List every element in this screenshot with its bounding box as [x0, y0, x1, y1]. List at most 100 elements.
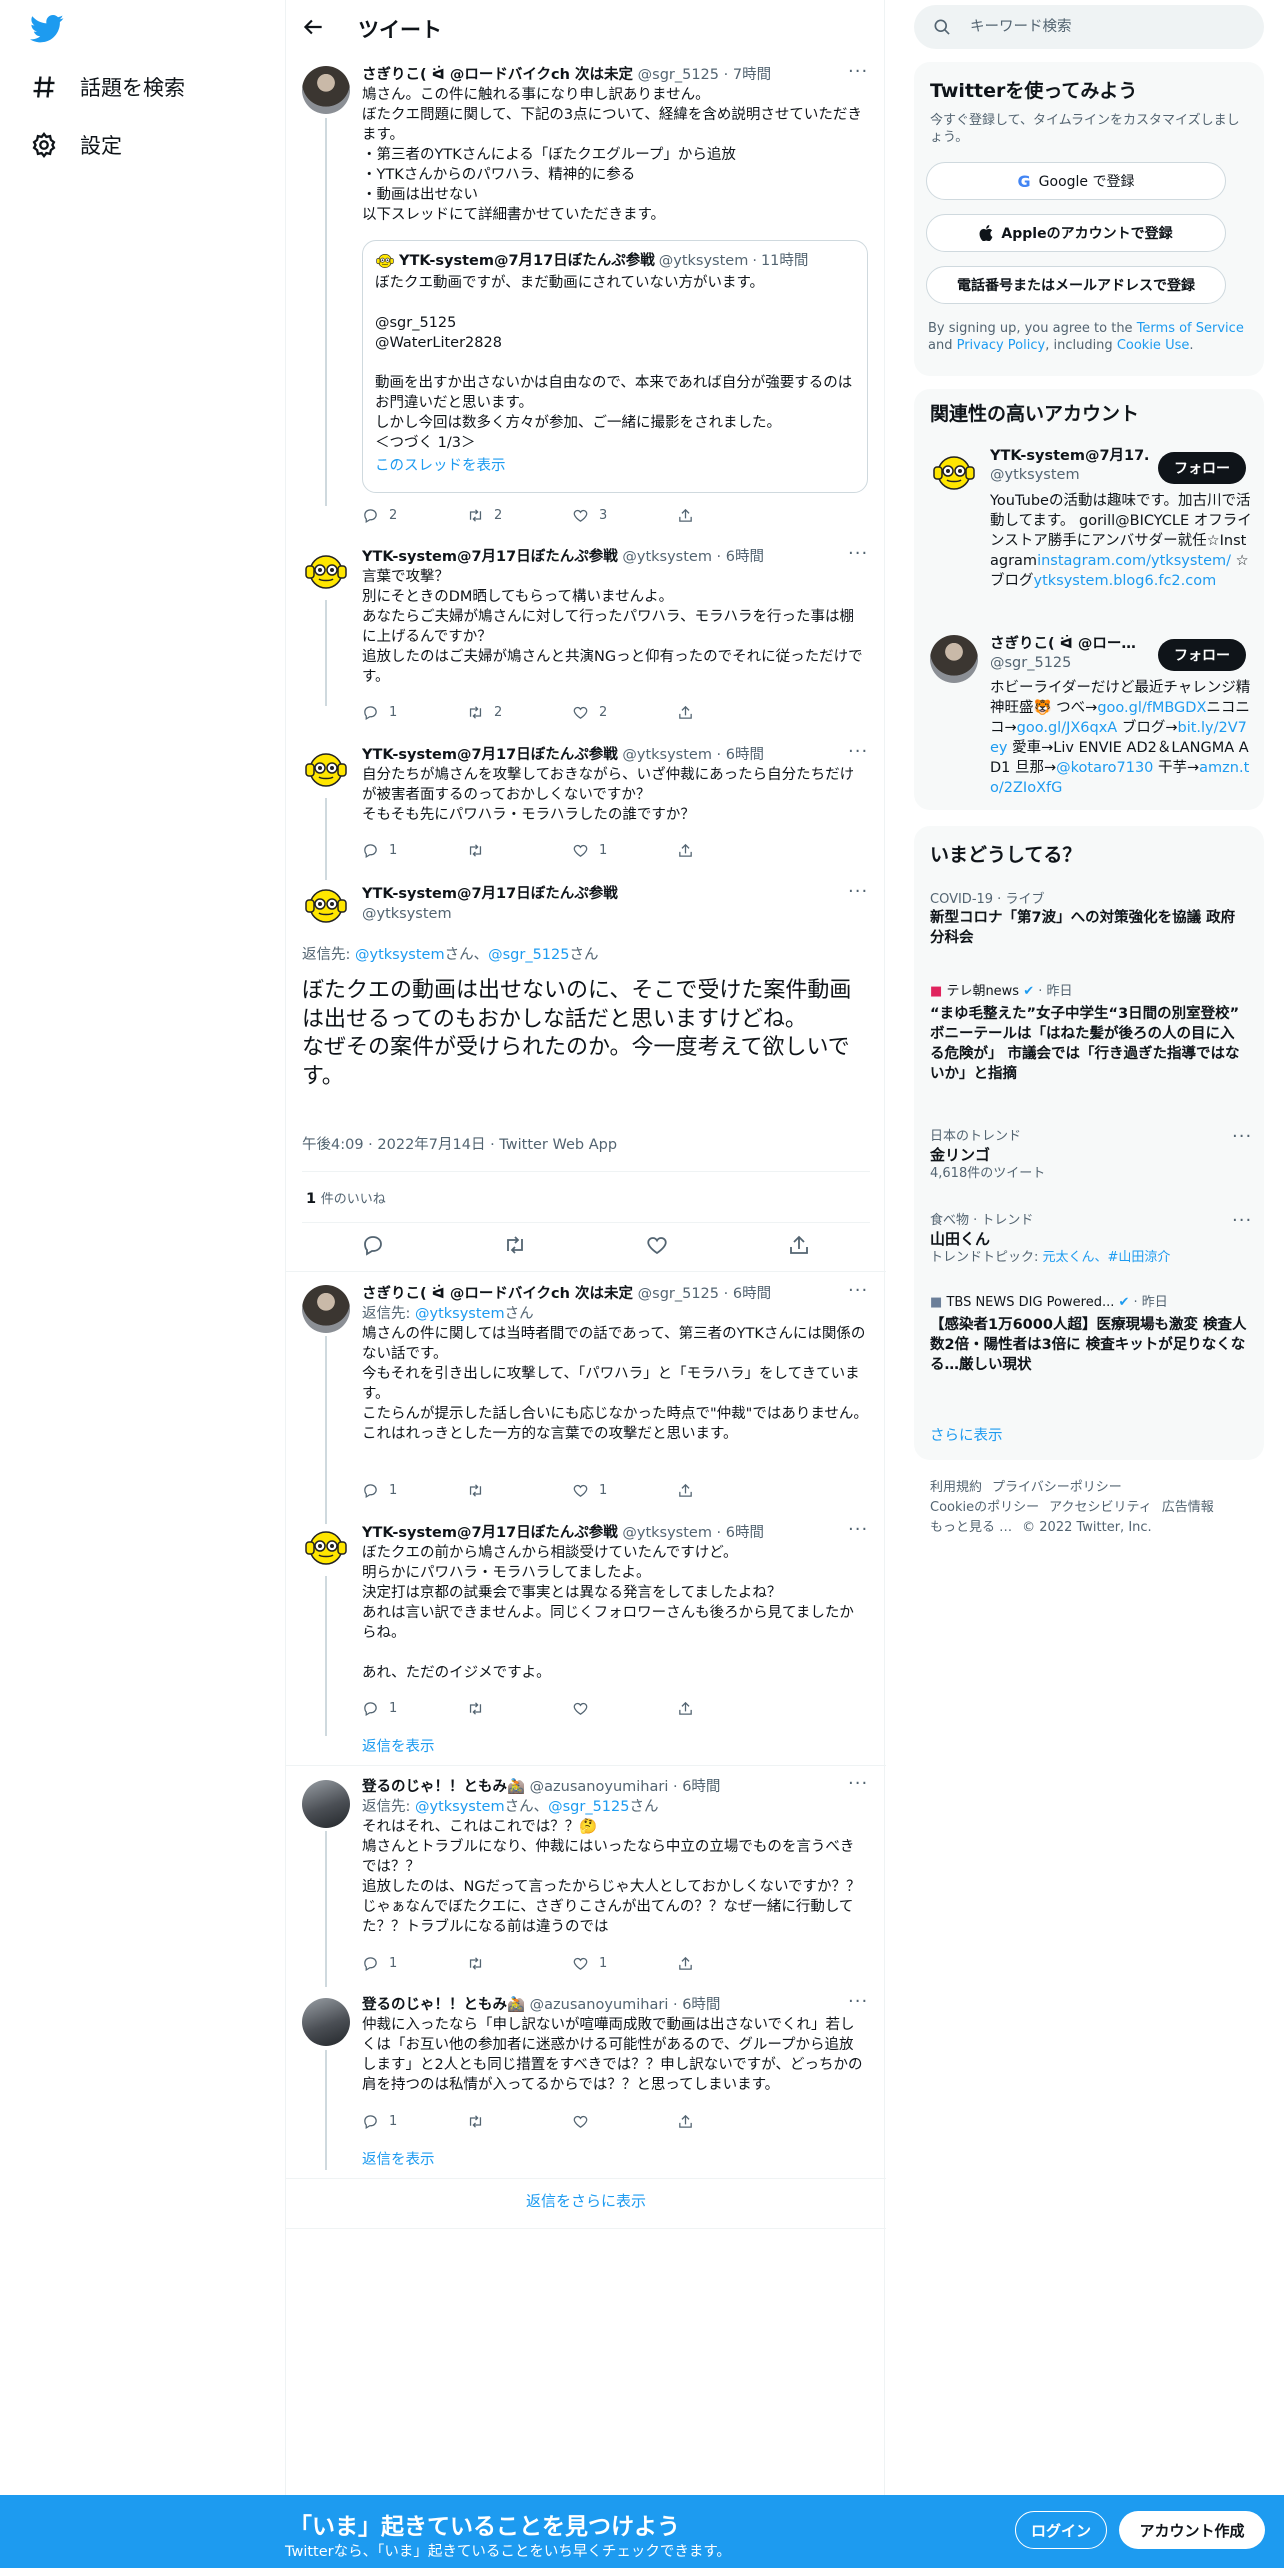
- bio-link[interactable]: goo.gl/fMBGDX: [1097, 700, 1206, 716]
- search-input[interactable]: [970, 15, 1240, 39]
- avatar[interactable]: [302, 66, 350, 114]
- share-button[interactable]: [677, 1480, 782, 1500]
- footer-link[interactable]: プライバシーポリシー: [992, 1480, 1122, 1495]
- twitter-logo-icon[interactable]: [30, 14, 64, 44]
- author-handle[interactable]: @ytksystem: [622, 747, 712, 763]
- share-button[interactable]: [677, 1953, 782, 1973]
- like-button[interactable]: 1: [572, 1480, 677, 1500]
- author-name[interactable]: YTK-system@7月17日ぼたんぷ参戦: [362, 1525, 618, 1541]
- quoted-tweet[interactable]: YTK-system@7月17日ぼたんぷ参戦 @ytksystem · 11時間 …: [362, 240, 868, 493]
- author-handle[interactable]: @ytksystem: [622, 1525, 712, 1541]
- like-summary[interactable]: 1 件のいいね: [306, 1188, 386, 1207]
- author-name[interactable]: 登るのじゃ！！ともみ🚵: [362, 1997, 525, 2013]
- share-button[interactable]: [677, 840, 782, 860]
- footer-link[interactable]: Cookieのポリシー: [930, 1500, 1039, 1515]
- tweet[interactable]: YTK-system@7月17日ぼたんぷ参戦 @ytksystem · 6時間 …: [362, 547, 868, 687]
- more-icon[interactable]: ···: [848, 1282, 868, 1305]
- author-name[interactable]: 登るのじゃ！！ともみ🚵: [362, 1779, 525, 1795]
- author-handle[interactable]: @sgr_5125: [638, 67, 719, 83]
- back-arrow-icon[interactable]: [300, 14, 326, 40]
- author-name[interactable]: YTK-system@7月17日ぼたんぷ参戦: [362, 549, 618, 565]
- retweet-button[interactable]: [467, 840, 572, 860]
- reply-button[interactable]: 1: [362, 702, 467, 722]
- avatar[interactable]: [302, 1780, 350, 1828]
- more-icon[interactable]: ···: [1232, 1128, 1252, 1151]
- account-info[interactable]: YTK-system@7月17… @ytksystem: [990, 447, 1150, 485]
- bio-link[interactable]: ytksystem.blog6.fc2.com: [1034, 573, 1217, 589]
- trend-item[interactable]: 日本のトレンド 金リンゴ 4,618件のツイート: [930, 1128, 1248, 1183]
- show-more-replies-link[interactable]: 返信をさらに表示: [286, 2190, 886, 2211]
- nav-explore[interactable]: 話題を検索: [30, 62, 185, 112]
- tweet-time[interactable]: 6時間: [733, 1286, 771, 1302]
- tweet[interactable]: さぎりこ( ᐛ @ロードバイクch 次は未定 @sgr_5125 · 7時間 鳩…: [362, 65, 868, 225]
- login-button[interactable]: ログイン: [1015, 2511, 1107, 2549]
- reply-button[interactable]: 1: [362, 1480, 467, 1500]
- apple-signup-button[interactable]: Appleのアカウントで登録: [926, 214, 1226, 252]
- avatar[interactable]: [302, 1524, 350, 1572]
- mention-link[interactable]: @ytksystem: [415, 1799, 505, 1815]
- tweet-time[interactable]: 6時間: [682, 1779, 720, 1795]
- retweet-icon[interactable]: [503, 1233, 527, 1257]
- author-handle[interactable]: @ytksystem: [622, 549, 712, 565]
- like-button[interactable]: 3: [572, 505, 677, 525]
- like-button[interactable]: 2: [572, 702, 677, 722]
- bio-link[interactable]: instagram.com/ytksystem/: [1037, 553, 1231, 569]
- reply-button[interactable]: 1: [362, 1953, 467, 1973]
- follow-button[interactable]: フォロー: [1158, 452, 1246, 484]
- bio-link[interactable]: @kotaro7130: [1056, 760, 1153, 776]
- tweet[interactable]: YTK-system@7月17日ぼたんぷ参戦 @ytksystem · 6時間 …: [362, 745, 868, 825]
- nav-settings[interactable]: 設定: [30, 120, 122, 170]
- author-name[interactable]: さぎりこ( ᐛ @ロードバイクch 次は未定: [362, 67, 633, 83]
- retweet-button[interactable]: [467, 1480, 572, 1500]
- bio-link[interactable]: goo.gl/JX6qxA: [1017, 720, 1118, 736]
- tweet[interactable]: 登るのじゃ！！ともみ🚵 @azusanoyumihari · 6時間 返信先: …: [362, 1777, 868, 1937]
- share-icon[interactable]: [787, 1233, 811, 1257]
- signup-button[interactable]: アカウント作成: [1119, 2511, 1265, 2549]
- avatar[interactable]: [930, 449, 978, 497]
- reply-button[interactable]: 2: [362, 505, 467, 525]
- avatar[interactable]: [930, 635, 978, 683]
- retweet-button[interactable]: [467, 2111, 572, 2131]
- mention-link[interactable]: @ytksystem: [415, 1306, 505, 1322]
- heart-icon[interactable]: [645, 1233, 669, 1257]
- tweet-time[interactable]: 6時間: [726, 747, 764, 763]
- reply-icon[interactable]: [361, 1233, 385, 1257]
- avatar[interactable]: [302, 548, 350, 596]
- retweet-button[interactable]: 2: [467, 505, 572, 525]
- trend-item[interactable]: ■ テレ朝news ✔ · 昨日 “まゆ毛整えた”女子中学生“3日間の別室登校”…: [930, 983, 1248, 1084]
- share-button[interactable]: [677, 505, 782, 525]
- privacy-link[interactable]: Privacy Policy: [957, 338, 1046, 353]
- trend-item[interactable]: COVID-19 · ライブ 新型コロナ「第7波」への対策強化を協議 政府分科会: [930, 891, 1248, 948]
- tweet-time[interactable]: 6時間: [726, 549, 764, 565]
- more-icon[interactable]: ···: [848, 1993, 868, 2016]
- tweet-time[interactable]: 7時間: [733, 67, 771, 83]
- trend-topic-link[interactable]: 元太くん、#山田涼介: [1043, 1250, 1171, 1265]
- footer-link[interactable]: もっと見る …: [930, 1520, 1012, 1535]
- more-icon[interactable]: ···: [848, 545, 868, 568]
- mention-link[interactable]: @sgr_5125: [548, 1799, 629, 1815]
- author-name[interactable]: YTK-system@7月17日ぼたんぷ参戦: [362, 747, 618, 763]
- author-handle[interactable]: @ytksystem: [362, 904, 618, 924]
- tweet-time[interactable]: 6時間: [726, 1525, 764, 1541]
- share-button[interactable]: [677, 1698, 782, 1718]
- more-icon[interactable]: ···: [848, 1521, 868, 1544]
- author-name[interactable]: YTK-system@7月17日ぼたんぷ参戦: [362, 884, 618, 904]
- tweet[interactable]: YTK-system@7月17日ぼたんぷ参戦 @ytksystem · 6時間 …: [362, 1523, 868, 1683]
- share-button[interactable]: [677, 2111, 782, 2131]
- mention-link[interactable]: @ytksystem: [355, 947, 445, 963]
- retweet-button[interactable]: [467, 1698, 572, 1718]
- show-thread-link[interactable]: このスレッドを表示: [375, 456, 855, 476]
- trend-item[interactable]: ■ TBS NEWS DIG Powered... ✔ · 昨日 【感染者1万6…: [930, 1294, 1248, 1375]
- avatar[interactable]: [302, 1285, 350, 1333]
- more-icon[interactable]: ···: [1232, 1212, 1252, 1235]
- avatar[interactable]: [302, 1998, 350, 2046]
- reply-button[interactable]: 1: [362, 2111, 467, 2131]
- trend-item[interactable]: 食べ物 · トレンド 山田くん トレンドトピック: 元太くん、#山田涼介: [930, 1212, 1248, 1267]
- footer-link[interactable]: アクセシビリティ: [1049, 1500, 1152, 1515]
- tweet-time[interactable]: 6時間: [682, 1997, 720, 2013]
- more-icon[interactable]: ···: [848, 1775, 868, 1798]
- more-icon[interactable]: ···: [848, 743, 868, 766]
- tweet-timestamp[interactable]: 午後4:09 · 2022年7月14日 · Twitter Web App: [302, 1133, 617, 1154]
- account-info[interactable]: さぎりこ( ᐛ @ロー… @sgr_5125: [990, 635, 1150, 673]
- main-tweet-author[interactable]: YTK-system@7月17日ぼたんぷ参戦 @ytksystem: [362, 884, 618, 924]
